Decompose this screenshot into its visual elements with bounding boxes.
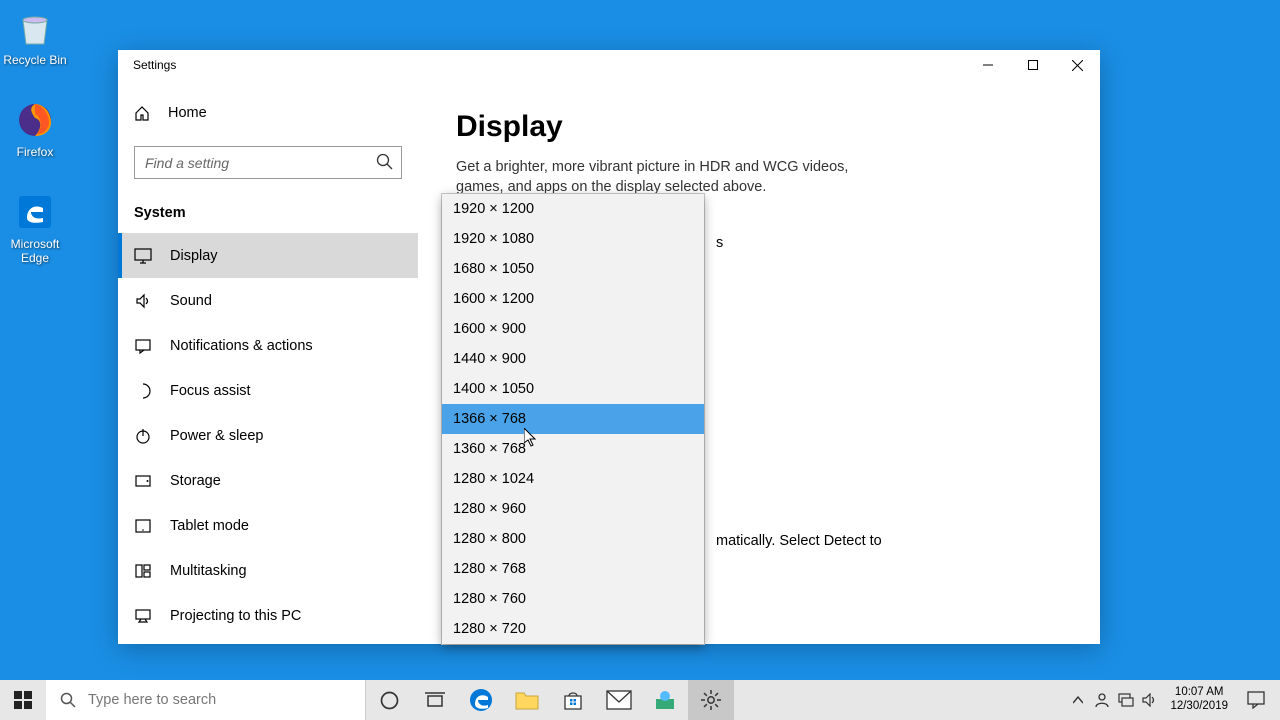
- nav-label: Power & sleep: [170, 428, 264, 444]
- nav-label: Display: [170, 248, 218, 264]
- taskbar-search[interactable]: Type here to search: [46, 680, 366, 720]
- maximize-button[interactable]: [1010, 50, 1055, 80]
- nav-label: Tablet mode: [170, 518, 249, 534]
- minimize-button[interactable]: [965, 50, 1010, 80]
- nav-label: Sound: [170, 293, 212, 309]
- home-label: Home: [168, 105, 207, 121]
- storage-icon: [134, 475, 152, 487]
- occluded-text: s: [716, 235, 723, 251]
- taskbar-settings[interactable]: [688, 680, 734, 720]
- search-icon: [60, 692, 76, 708]
- nav-power-sleep[interactable]: Power & sleep: [118, 413, 418, 458]
- tray-volume-icon[interactable]: [1138, 680, 1162, 720]
- resolution-option[interactable]: 1440 × 900: [442, 344, 704, 374]
- resolution-option[interactable]: 1280 × 768: [442, 554, 704, 584]
- start-button[interactable]: [0, 680, 46, 720]
- nav-storage[interactable]: Storage: [118, 458, 418, 503]
- nav-label: Projecting to this PC: [170, 608, 301, 624]
- desktop-icon-edge[interactable]: Microsoft Edge: [0, 190, 70, 265]
- taskbar-mail[interactable]: [596, 680, 642, 720]
- taskbar-search-placeholder: Type here to search: [88, 692, 216, 708]
- resolution-option[interactable]: 1280 × 760: [442, 584, 704, 614]
- resolution-option[interactable]: 1600 × 1200: [442, 284, 704, 314]
- resolution-option[interactable]: 1920 × 1080: [442, 224, 704, 254]
- resolution-option[interactable]: 1360 × 768: [442, 434, 704, 464]
- resolution-option[interactable]: 1400 × 1050: [442, 374, 704, 404]
- taskbar-edge[interactable]: [458, 680, 504, 720]
- multitasking-icon: [134, 564, 152, 578]
- resolution-option[interactable]: 1280 × 720: [442, 614, 704, 644]
- desktop-icon-recycle-bin[interactable]: Recycle Bin: [0, 6, 70, 67]
- occluded-text: matically. Select Detect to: [716, 533, 1116, 549]
- home-icon: [134, 105, 150, 121]
- tablet-icon: [134, 519, 152, 533]
- system-tray[interactable]: 10:07 AM 12/30/2019: [1062, 680, 1280, 720]
- action-center-button[interactable]: [1236, 691, 1276, 709]
- recycle-bin-icon: [13, 6, 57, 50]
- nav-label: Storage: [170, 473, 221, 489]
- firefox-icon: [13, 98, 57, 142]
- resolution-option[interactable]: 1600 × 900: [442, 314, 704, 344]
- settings-search[interactable]: [134, 146, 402, 179]
- nav-sound[interactable]: Sound: [118, 278, 418, 323]
- page-title: Display: [456, 110, 1062, 144]
- system-heading: System: [118, 191, 418, 233]
- resolution-option[interactable]: 1366 × 768: [442, 404, 704, 434]
- clock-date: 12/30/2019: [1170, 700, 1228, 714]
- windows-icon: [14, 691, 32, 709]
- nav-multitasking[interactable]: Multitasking: [118, 548, 418, 593]
- page-description: Get a brighter, more vibrant picture in …: [456, 158, 876, 197]
- power-icon: [134, 428, 152, 444]
- search-input[interactable]: [134, 146, 402, 179]
- desktop-icon-label: Microsoft Edge: [0, 237, 70, 265]
- window-titlebar[interactable]: Settings: [118, 50, 1100, 80]
- taskbar-app[interactable]: [642, 680, 688, 720]
- nav-notifications[interactable]: Notifications & actions: [118, 323, 418, 368]
- taskbar-store[interactable]: [550, 680, 596, 720]
- gear-icon: [701, 690, 721, 710]
- window-title: Settings: [133, 58, 176, 72]
- tray-people-icon[interactable]: [1090, 680, 1114, 720]
- notifications-icon: [134, 338, 152, 354]
- resolution-option[interactable]: 1280 × 800: [442, 524, 704, 554]
- nav-display[interactable]: Display: [118, 233, 418, 278]
- resolution-option[interactable]: 1680 × 1050: [442, 254, 704, 284]
- display-icon: [134, 248, 152, 264]
- tray-network-icon[interactable]: [1114, 680, 1138, 720]
- resolution-option[interactable]: 1920 × 1200: [442, 194, 704, 224]
- nav-focus-assist[interactable]: Focus assist: [118, 368, 418, 413]
- taskbar[interactable]: Type here to search 10:07 AM 12/30/2019: [0, 680, 1280, 720]
- search-icon: [376, 153, 394, 171]
- close-button[interactable]: [1055, 50, 1100, 80]
- focus-assist-icon: [134, 383, 152, 399]
- nav-label: Focus assist: [170, 383, 251, 399]
- desktop-icon-label: Firefox: [0, 145, 70, 159]
- sound-icon: [134, 293, 152, 309]
- clock-time: 10:07 AM: [1175, 686, 1224, 700]
- taskbar-file-explorer[interactable]: [504, 680, 550, 720]
- taskbar-apps: [366, 680, 734, 720]
- home-button[interactable]: Home: [118, 90, 418, 136]
- resolution-option[interactable]: 1280 × 1024: [442, 464, 704, 494]
- tray-chevron-up-icon[interactable]: [1066, 680, 1090, 720]
- nav-tablet-mode[interactable]: Tablet mode: [118, 503, 418, 548]
- nav-label: Notifications & actions: [170, 338, 313, 354]
- nav-label: Multitasking: [170, 563, 247, 579]
- desktop-icon-label: Recycle Bin: [0, 53, 70, 67]
- settings-sidebar: Home System Display Sound Notifications …: [118, 80, 418, 644]
- cortana-button[interactable]: [366, 680, 412, 720]
- resolution-dropdown[interactable]: 1920 × 12001920 × 10801680 × 10501600 × …: [442, 194, 704, 644]
- task-view-button[interactable]: [412, 680, 458, 720]
- projecting-icon: [134, 609, 152, 623]
- desktop-icon-firefox[interactable]: Firefox: [0, 98, 70, 159]
- resolution-option[interactable]: 1280 × 960: [442, 494, 704, 524]
- taskbar-clock[interactable]: 10:07 AM 12/30/2019: [1162, 686, 1236, 714]
- edge-icon: [13, 190, 57, 234]
- nav-projecting[interactable]: Projecting to this PC: [118, 593, 418, 638]
